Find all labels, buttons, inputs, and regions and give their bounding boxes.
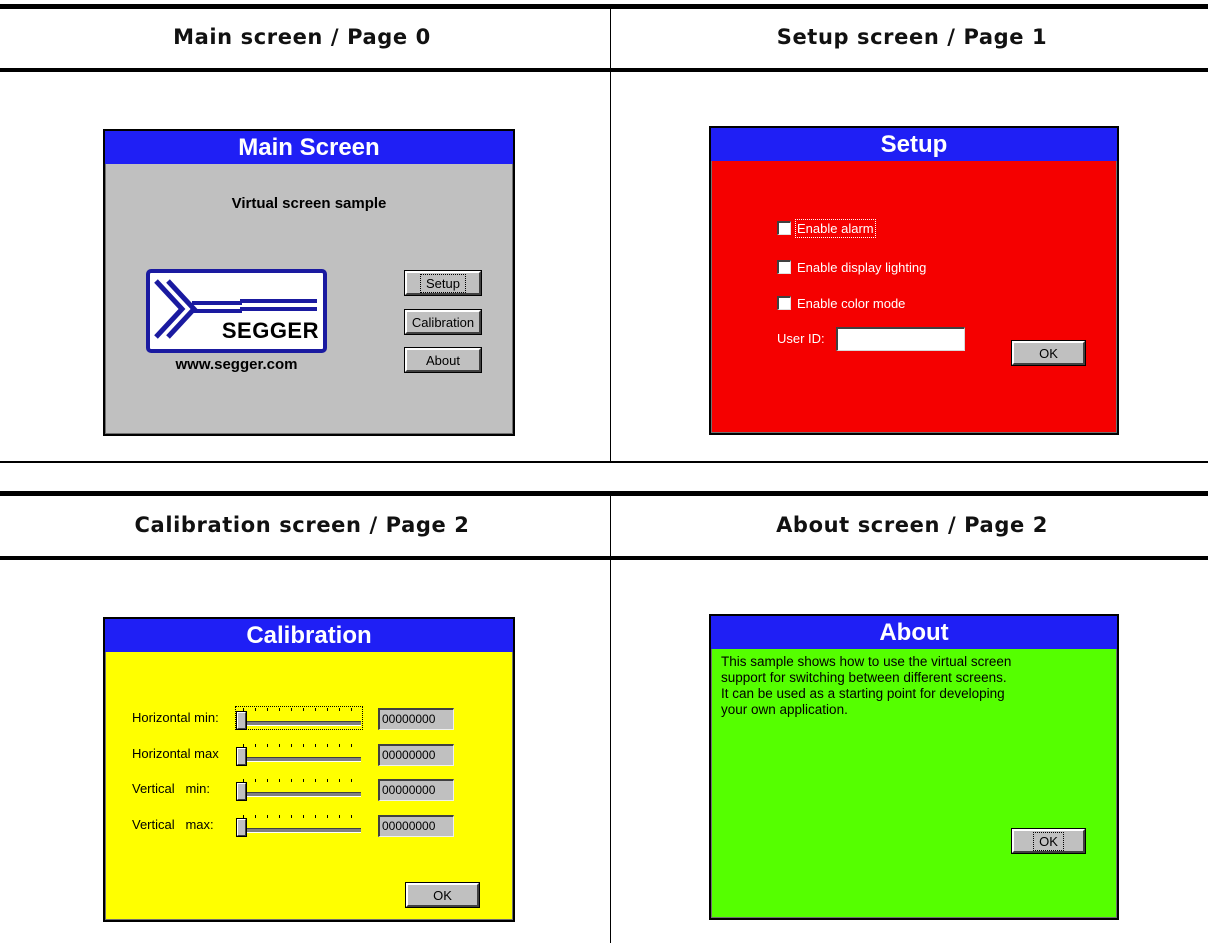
calibration-ok-button-label: OK — [433, 887, 452, 903]
caption-calibration: Calibration screen / Page 2 — [134, 513, 470, 537]
display-lighting-checkbox[interactable] — [777, 260, 791, 274]
header-rule-2 — [0, 556, 1208, 560]
top-rule-2 — [0, 491, 1208, 496]
mid-rule — [0, 461, 1208, 463]
about-ok-button-label: OK — [1033, 831, 1064, 851]
setup-button[interactable]: Setup — [404, 270, 482, 296]
vertical-max-value: 00000000 — [378, 815, 454, 837]
segger-url: www.segger.com — [175, 356, 298, 373]
calibration-ok-button[interactable]: OK — [405, 882, 480, 908]
color-mode-checkbox[interactable] — [777, 296, 791, 310]
slider-thumb[interactable] — [236, 818, 247, 837]
checkbox-row-alarm[interactable]: Enable alarm — [777, 218, 876, 238]
calibration-button-label: Calibration — [411, 314, 475, 330]
top-rule — [0, 4, 1208, 9]
main-window-title: Main Screen — [105, 131, 513, 164]
setup-window-title: Setup — [711, 128, 1117, 161]
about-window-body: This sample shows how to use the virtual… — [711, 649, 1117, 918]
horizontal-max-label: Horizontal max — [132, 746, 219, 761]
main-window-body: Virtual screen sample SEGGER www.segger.… — [105, 164, 513, 434]
slider-thumb[interactable] — [236, 747, 247, 766]
vertical-min-label: Vertical min: — [132, 781, 211, 796]
about-window: About This sample shows how to use the v… — [709, 614, 1119, 920]
column-divider-2 — [610, 496, 611, 943]
vertical-max-label: Vertical max: — [132, 817, 214, 832]
setup-ok-button[interactable]: OK — [1011, 340, 1086, 366]
horizontal-min-label: Horizontal min: — [132, 710, 219, 725]
horizontal-min-value: 00000000 — [378, 708, 454, 730]
horizontal-min-slider[interactable] — [235, 706, 363, 730]
about-button-label: About — [426, 352, 460, 368]
caption-about: About screen / Page 2 — [776, 513, 1048, 537]
header-rule-1 — [0, 68, 1208, 72]
setup-window-body: Enable alarm Enable display lighting Ena… — [711, 161, 1117, 433]
slider-thumb[interactable] — [236, 711, 247, 730]
about-button[interactable]: About — [404, 347, 482, 373]
setup-ok-button-label: OK — [1039, 345, 1058, 361]
checkbox-row-lighting[interactable]: Enable display lighting — [777, 257, 926, 277]
setup-window: Setup Enable alarm Enable display lighti… — [709, 126, 1119, 435]
vertical-min-value: 00000000 — [378, 779, 454, 801]
about-window-title: About — [711, 616, 1117, 649]
segger-logo-lines — [240, 299, 317, 311]
user-id-input[interactable] — [836, 327, 965, 351]
alarm-checkbox-label[interactable]: Enable alarm — [795, 218, 876, 238]
segger-logo-text: SEGGER — [221, 318, 319, 343]
display-lighting-checkbox-label[interactable]: Enable display lighting — [797, 260, 926, 275]
vertical-min-slider[interactable] — [235, 777, 363, 801]
setup-button-label: Setup — [420, 273, 466, 293]
alarm-checkbox[interactable] — [777, 221, 791, 235]
about-ok-button[interactable]: OK — [1011, 828, 1086, 854]
calibration-window-body: Horizontal min: 00000000 Horizontal max … — [105, 652, 513, 920]
main-window: Main Screen Virtual screen sample SEGGER… — [103, 129, 515, 436]
horizontal-max-value: 00000000 — [378, 744, 454, 766]
slider-thumb[interactable] — [236, 782, 247, 801]
about-description: This sample shows how to use the virtual… — [721, 654, 1012, 717]
calibration-window-title: Calibration — [105, 619, 513, 652]
main-subtitle: Virtual screen sample — [231, 195, 387, 212]
horizontal-max-slider[interactable] — [235, 742, 363, 766]
vertical-max-slider[interactable] — [235, 813, 363, 837]
caption-setup: Setup screen / Page 1 — [776, 25, 1048, 49]
user-id-label: User ID: — [777, 331, 825, 346]
calibration-button[interactable]: Calibration — [404, 309, 482, 335]
calibration-window: Calibration Horizontal min: 00000000 Hor… — [103, 617, 515, 922]
checkbox-row-color[interactable]: Enable color mode — [777, 293, 905, 313]
caption-main: Main screen / Page 0 — [173, 25, 431, 49]
column-divider-1 — [610, 9, 611, 461]
segger-logo: SEGGER — [146, 269, 327, 353]
color-mode-checkbox-label[interactable]: Enable color mode — [797, 296, 905, 311]
